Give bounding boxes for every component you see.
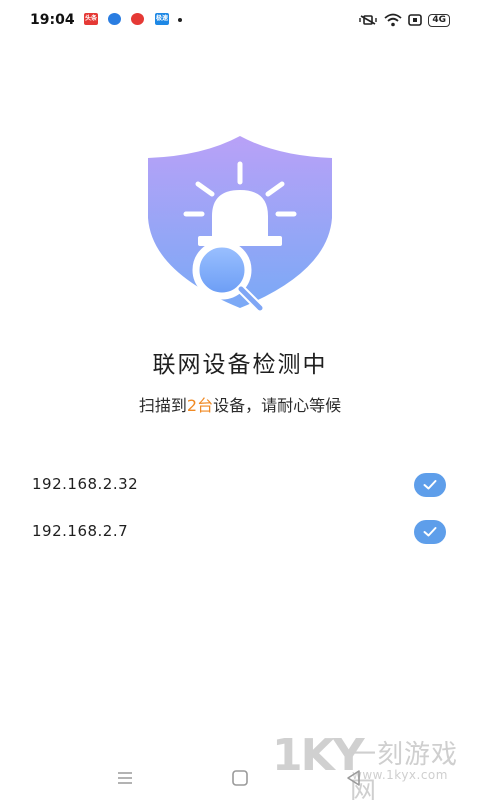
scan-title: 联网设备检测中 xyxy=(152,352,328,378)
home-icon[interactable] xyxy=(230,768,250,788)
list-item[interactable]: 192.168.2.32 xyxy=(32,473,448,499)
mute-vibrate-icon xyxy=(359,15,378,25)
wifi-icon xyxy=(384,13,402,27)
device-ip: 192.168.2.32 xyxy=(32,475,139,493)
back-icon[interactable] xyxy=(344,768,364,788)
more-notifications-dot xyxy=(178,18,182,22)
system-status-icons: 4G xyxy=(358,12,450,28)
check-icon xyxy=(414,473,446,497)
cast-icon xyxy=(408,14,423,26)
network-type-badge: 4G xyxy=(428,13,450,27)
device-ip: 192.168.2.7 xyxy=(32,522,129,540)
app-notification-icon-cyan: 极速 xyxy=(155,13,169,25)
check-icon xyxy=(414,520,446,544)
status-bar: 19:04 头条 极速 4G xyxy=(0,0,480,40)
subtitle-prefix: 扫描到 xyxy=(138,396,187,415)
app-notification-icon-blue xyxy=(108,13,121,25)
device-scan-shield-icon xyxy=(148,136,332,312)
app-notification-icon-red xyxy=(131,13,144,25)
device-count: 2台 xyxy=(186,396,214,415)
scan-subtitle: 扫描到2台设备，请耐心等候 xyxy=(0,392,480,416)
subtitle-suffix: 设备，请耐心等候 xyxy=(213,396,342,415)
navigation-bar xyxy=(0,760,480,800)
list-item[interactable]: 192.168.2.7 xyxy=(32,520,448,546)
status-time: 19:04 xyxy=(30,12,75,28)
menu-icon[interactable] xyxy=(115,768,135,788)
toutiao-notification-icon: 头条 xyxy=(84,13,98,25)
